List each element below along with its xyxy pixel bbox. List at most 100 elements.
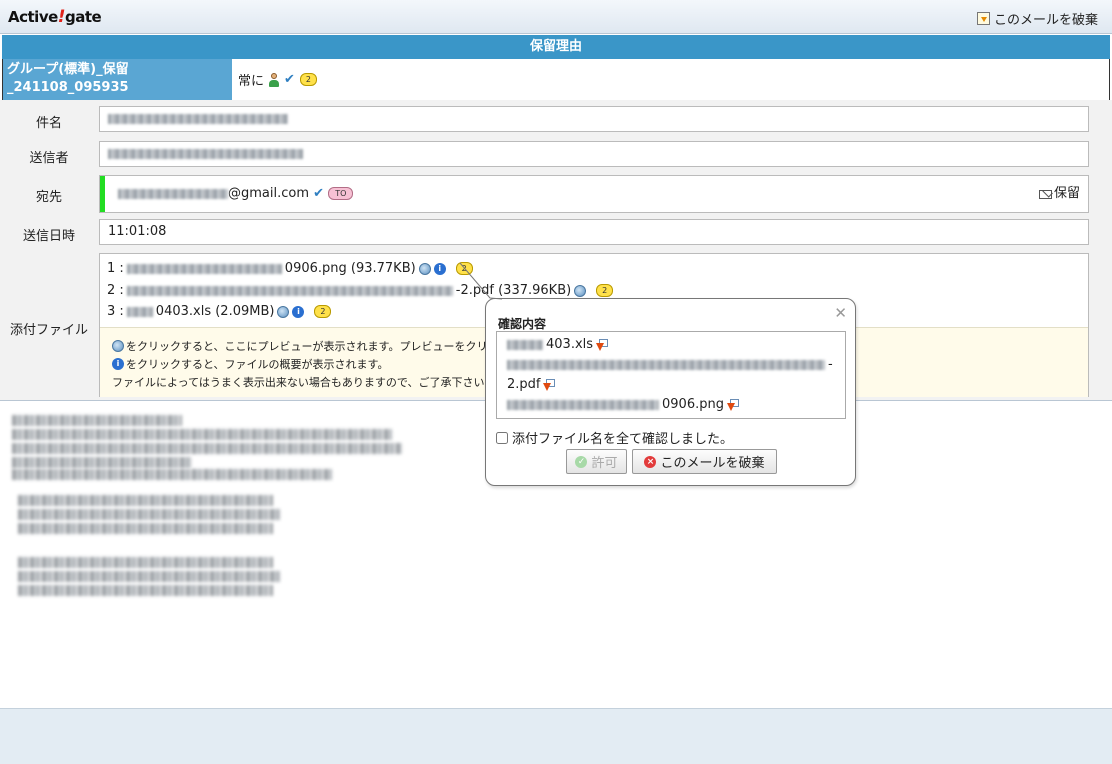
close-icon[interactable]: ✕ (834, 304, 847, 322)
cross-icon: × (644, 455, 657, 468)
footer-bar (0, 708, 1112, 764)
hold-reason-row: グループ(標準)_保留_241108_095935 常に ✔ 2 (2, 59, 1110, 101)
preview-icon[interactable] (277, 305, 290, 318)
attachment-redacted (126, 263, 282, 274)
preview-icon[interactable] (418, 262, 431, 275)
confirm-all-checkbox[interactable] (496, 431, 508, 444)
confirm-file-list: 403.xls - 2.pdf 0906.png (496, 331, 846, 419)
attachment-row: 2 : -2.pdf (337.96KB) 2 (107, 283, 614, 298)
file-name: - (828, 357, 833, 372)
sender-redacted (108, 148, 303, 159)
to-badge: TO (328, 187, 354, 200)
note-line: i をクリックすると、ファイルの概要が表示されます。 (112, 356, 388, 372)
note-text: をクリックすると、ここにプレビューが表示されます。プレビューをクリ (126, 340, 488, 353)
popup-pointer (459, 262, 503, 300)
confirm-all-label: 添付ファイル名を全て確認しました。 (512, 432, 734, 447)
approval-count-badge[interactable]: 2 (299, 73, 317, 86)
info-icon: i (112, 358, 124, 370)
info-icon[interactable]: i (433, 262, 446, 275)
body-redacted-line (12, 429, 392, 440)
file-redacted (507, 359, 825, 370)
confirm-file-item: - (507, 357, 833, 372)
attachment-index: 3 : (107, 304, 124, 319)
popup-title: 確認内容 (498, 317, 547, 331)
confirm-file-item: 0906.png (507, 397, 739, 412)
date-value: 11:01:08 (108, 224, 167, 239)
top-bar: Active!gate このメールを破棄 (0, 0, 1112, 34)
note-text: ファイルによってはうまく表示出来ない場合もありますので、ご了承下さい (112, 376, 485, 389)
file-name: 0906.png (662, 397, 724, 412)
date-field: 11:01:08 (99, 219, 1089, 245)
download-icon[interactable] (543, 378, 556, 391)
body-redacted-line (18, 495, 273, 506)
file-name: 2.pdf (507, 377, 541, 392)
confirm-file-item: 2.pdf (507, 377, 556, 392)
discard-mail-label: このメールを破棄 (993, 13, 1098, 28)
preview-icon (112, 340, 124, 352)
body-redacted-line (12, 415, 182, 426)
body-redacted-line (18, 523, 273, 534)
to-status-bar (100, 176, 105, 212)
attachment-index: 1 : (107, 261, 124, 276)
subject-redacted (108, 113, 288, 124)
file-redacted (507, 339, 543, 350)
attachment-index: 2 : (107, 283, 124, 298)
hold-reason-header: 保留理由 (2, 35, 1110, 59)
note-line: をクリックすると、ここにプレビューが表示されます。プレビューをクリ (112, 338, 487, 354)
allow-label: 許可 (591, 456, 618, 471)
confirm-popup: ✕ 確認内容 403.xls - 2.pdf 0906.png 添付ファイル名を… (459, 262, 856, 486)
note-text: をクリックすると、ファイルの概要が表示されます。 (126, 358, 389, 371)
note-line: ファイルによってはうまく表示出来ない場合もありますので、ご了承下さい (112, 374, 484, 390)
discard-icon (976, 12, 990, 25)
attachment-redacted (126, 285, 453, 296)
discard-mail-link[interactable]: このメールを破棄 (976, 9, 1098, 28)
to-label: 宛先 (35, 190, 62, 205)
hold-group-name: グループ(標準)_保留_241108_095935 (3, 59, 232, 100)
hold-button[interactable]: 保留 (1038, 176, 1080, 212)
confirm-file-item: 403.xls (507, 337, 609, 352)
check-icon: ✔ (284, 72, 295, 87)
confirm-all-checkbox-row[interactable]: 添付ファイル名を全て確認しました。 (496, 428, 733, 447)
hold-label: 保留 (1053, 186, 1080, 201)
download-icon[interactable] (726, 398, 739, 411)
to-address-domain: @gmail.com (228, 186, 310, 201)
allow-button[interactable]: ✓ 許可 (566, 449, 627, 474)
date-label: 送信日時 (22, 229, 75, 244)
info-icon[interactable]: i (292, 305, 305, 318)
attachment-badge[interactable]: 2 (314, 305, 332, 318)
preview-icon[interactable] (574, 284, 587, 297)
popup-discard-label: このメールを破棄 (660, 456, 765, 471)
body-redacted-line (12, 469, 332, 480)
to-field: @gmail.com ✔ TO 保留 (99, 175, 1089, 213)
attachments-label: 添付ファイル (9, 323, 88, 338)
to-redacted (118, 188, 228, 199)
attachment-name: -2.pdf (337.96KB) (455, 283, 572, 298)
check-icon: ✔ (313, 186, 325, 201)
hold-condition: 常に ✔ 2 (234, 59, 317, 100)
body-redacted-line (18, 509, 280, 520)
body-redacted-line (12, 457, 192, 468)
attachment-name: 0403.xls (2.09MB) (155, 304, 275, 319)
condition-label: 常に (238, 74, 265, 89)
body-redacted-line (18, 585, 273, 596)
popup-discard-button[interactable]: × このメールを破棄 (632, 449, 777, 474)
attachment-row: 3 : 0403.xls (2.09MB) i 2 (107, 304, 332, 319)
body-redacted-line (18, 557, 273, 568)
file-name: 403.xls (546, 337, 594, 352)
subject-label: 件名 (35, 116, 62, 131)
attachment-name: 0906.png (93.77KB) (284, 261, 416, 276)
body-redacted-line (18, 571, 280, 582)
attachment-badge[interactable]: 2 (596, 284, 614, 297)
attachment-row: 1 : 0906.png (93.77KB) i 2 (107, 261, 473, 276)
ok-icon: ✓ (575, 455, 588, 468)
file-redacted (507, 399, 659, 410)
subject-field (99, 106, 1089, 132)
person-icon (269, 72, 280, 87)
sender-field (99, 141, 1089, 167)
body-redacted-line (12, 443, 402, 454)
sender-label: 送信者 (29, 151, 69, 166)
active-gate-logo: Active!gate (8, 7, 102, 27)
mail-hold-icon (1038, 189, 1052, 199)
attachment-redacted (126, 306, 153, 317)
download-icon[interactable] (596, 338, 609, 351)
